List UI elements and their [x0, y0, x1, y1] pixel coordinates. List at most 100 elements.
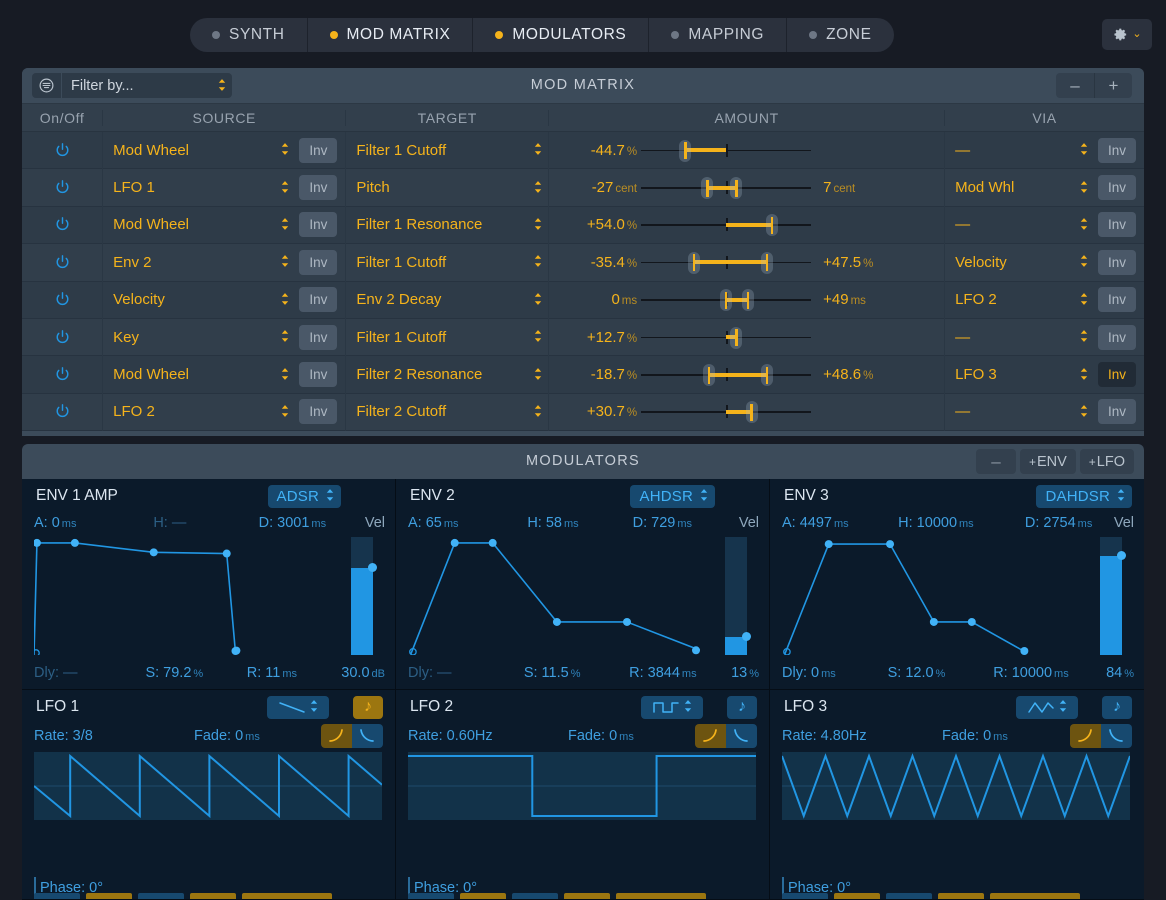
- fade-out-button[interactable]: [726, 724, 757, 748]
- via-invert-button[interactable]: Inv: [1098, 287, 1136, 312]
- source-dropdown[interactable]: Key: [103, 324, 295, 350]
- amount-slider[interactable]: [641, 244, 811, 281]
- source-invert-button[interactable]: Inv: [299, 212, 337, 237]
- source-invert-button[interactable]: Inv: [299, 175, 337, 200]
- lfo-bottom-button[interactable]: [408, 893, 454, 899]
- velocity-slider[interactable]: [725, 537, 751, 655]
- via-invert-button[interactable]: Inv: [1098, 362, 1136, 387]
- lfo-fade[interactable]: Fade: 0ms: [568, 728, 634, 744]
- lfo-bottom-button[interactable]: [190, 893, 236, 899]
- amount-slider[interactable]: [641, 169, 811, 206]
- target-dropdown[interactable]: Filter 1 Cutoff: [346, 324, 548, 350]
- tab-synth[interactable]: SYNTH: [190, 18, 308, 52]
- tab-mapping[interactable]: MAPPING: [649, 18, 787, 52]
- amount-left-value[interactable]: -27cent: [549, 179, 641, 196]
- lfo-bottom-button[interactable]: [564, 893, 610, 899]
- velocity-slider[interactable]: [1100, 537, 1126, 655]
- fade-out-button[interactable]: [1101, 724, 1132, 748]
- envelope-delay[interactable]: Dly: —: [408, 665, 524, 681]
- velocity-amount[interactable]: 30.0dB: [341, 665, 385, 681]
- target-dropdown[interactable]: Filter 1 Resonance: [346, 212, 548, 238]
- lfo-bottom-button[interactable]: [512, 893, 558, 899]
- source-dropdown[interactable]: Mod Wheel: [103, 212, 295, 238]
- row-enable-toggle[interactable]: [22, 206, 102, 243]
- via-invert-button[interactable]: Inv: [1098, 138, 1136, 163]
- envelope-decay[interactable]: D: 729ms: [633, 515, 738, 531]
- via-invert-button[interactable]: Inv: [1098, 212, 1136, 237]
- amount-left-value[interactable]: -44.7%: [549, 142, 641, 159]
- envelope-attack[interactable]: A: 65ms: [408, 515, 527, 531]
- amount-slider[interactable]: [641, 281, 811, 318]
- envelope-attack[interactable]: A: 0ms: [34, 515, 153, 531]
- amount-slider[interactable]: [641, 393, 811, 430]
- slider-handle[interactable]: [742, 289, 754, 311]
- envelope-hold[interactable]: H: 10000ms: [898, 515, 1025, 531]
- velocity-amount[interactable]: 13%: [727, 665, 759, 681]
- slider-handle[interactable]: [720, 289, 732, 311]
- source-dropdown[interactable]: Mod Wheel: [103, 362, 295, 388]
- source-invert-button[interactable]: Inv: [299, 250, 337, 275]
- envelope-decay[interactable]: D: 2754ms: [1025, 515, 1113, 531]
- lfo-fade[interactable]: Fade: 0ms: [194, 728, 260, 744]
- lfo-tempo-sync-button[interactable]: ♪: [727, 696, 757, 719]
- lfo-bottom-button[interactable]: [460, 893, 506, 899]
- slider-handle[interactable]: [703, 364, 715, 386]
- amount-left-value[interactable]: -35.4%: [549, 254, 641, 271]
- via-dropdown[interactable]: Mod Whl: [945, 175, 1094, 201]
- add-env-button[interactable]: +ENV: [1020, 449, 1076, 474]
- envelope-release[interactable]: R: 10000ms: [993, 665, 1102, 681]
- slider-handle[interactable]: [688, 252, 700, 274]
- source-dropdown[interactable]: Velocity: [103, 287, 295, 313]
- add-row-button[interactable]: +: [1094, 73, 1132, 98]
- target-dropdown[interactable]: Filter 1 Cutoff: [346, 137, 548, 163]
- amount-left-value[interactable]: +30.7%: [549, 403, 641, 420]
- source-dropdown[interactable]: Mod Wheel: [103, 137, 295, 163]
- envelope-sustain[interactable]: S: 12.0%: [888, 665, 994, 681]
- lfo-waveform-display[interactable]: [408, 752, 756, 820]
- row-enable-toggle[interactable]: [22, 169, 102, 206]
- source-invert-button[interactable]: Inv: [299, 362, 337, 387]
- lfo-waveform-dropdown[interactable]: [1016, 696, 1078, 719]
- row-enable-toggle[interactable]: [22, 132, 102, 169]
- lfo-bottom-button[interactable]: [886, 893, 932, 899]
- via-dropdown[interactable]: LFO 2: [945, 287, 1094, 313]
- remove-row-button[interactable]: –: [1056, 73, 1094, 98]
- amount-right-value[interactable]: +48.6%: [811, 366, 907, 383]
- amount-slider[interactable]: [641, 356, 811, 393]
- lfo-rate[interactable]: Rate: 3/8: [34, 728, 93, 744]
- envelope-hold[interactable]: H: 58ms: [527, 515, 632, 531]
- envelope-mode-dropdown[interactable]: AHDSR: [630, 485, 715, 508]
- amount-slider[interactable]: [641, 132, 811, 169]
- lfo-bottom-button[interactable]: [616, 893, 706, 899]
- velocity-knob[interactable]: [742, 632, 751, 641]
- slider-handle[interactable]: [730, 177, 742, 199]
- via-dropdown[interactable]: —: [945, 324, 1094, 350]
- tab-zone[interactable]: ZONE: [787, 18, 893, 52]
- envelope-delay[interactable]: Dly: 0ms: [782, 665, 888, 681]
- lfo-bottom-button[interactable]: [138, 893, 184, 899]
- envelope-hold[interactable]: H: —: [153, 515, 258, 531]
- fade-in-button[interactable]: [695, 724, 726, 748]
- lfo-waveform-dropdown[interactable]: [641, 696, 703, 719]
- source-invert-button[interactable]: Inv: [299, 399, 337, 424]
- amount-right-value[interactable]: [811, 216, 907, 233]
- velocity-amount[interactable]: 84%: [1102, 665, 1134, 681]
- slider-handle[interactable]: [730, 327, 742, 349]
- amount-left-value[interactable]: +12.7%: [549, 329, 641, 346]
- lfo-bottom-button[interactable]: [242, 893, 332, 899]
- lfo-tempo-sync-button[interactable]: ♪: [353, 696, 383, 719]
- tab-mod-matrix[interactable]: MOD MATRIX: [308, 18, 474, 52]
- via-dropdown[interactable]: Velocity: [945, 249, 1094, 275]
- slider-handle[interactable]: [701, 177, 713, 199]
- amount-right-value[interactable]: [811, 329, 907, 346]
- source-invert-button[interactable]: Inv: [299, 138, 337, 163]
- amount-left-value[interactable]: -18.7%: [549, 366, 641, 383]
- lfo-bottom-button[interactable]: [938, 893, 984, 899]
- source-invert-button[interactable]: Inv: [299, 287, 337, 312]
- source-dropdown[interactable]: LFO 2: [103, 399, 295, 425]
- lfo-bottom-button[interactable]: [34, 893, 80, 899]
- remove-modulator-button[interactable]: –: [976, 449, 1016, 474]
- target-dropdown[interactable]: Filter 1 Cutoff: [346, 249, 548, 275]
- envelope-nodes[interactable]: [782, 537, 1074, 655]
- envelope-graph[interactable]: [782, 537, 1074, 655]
